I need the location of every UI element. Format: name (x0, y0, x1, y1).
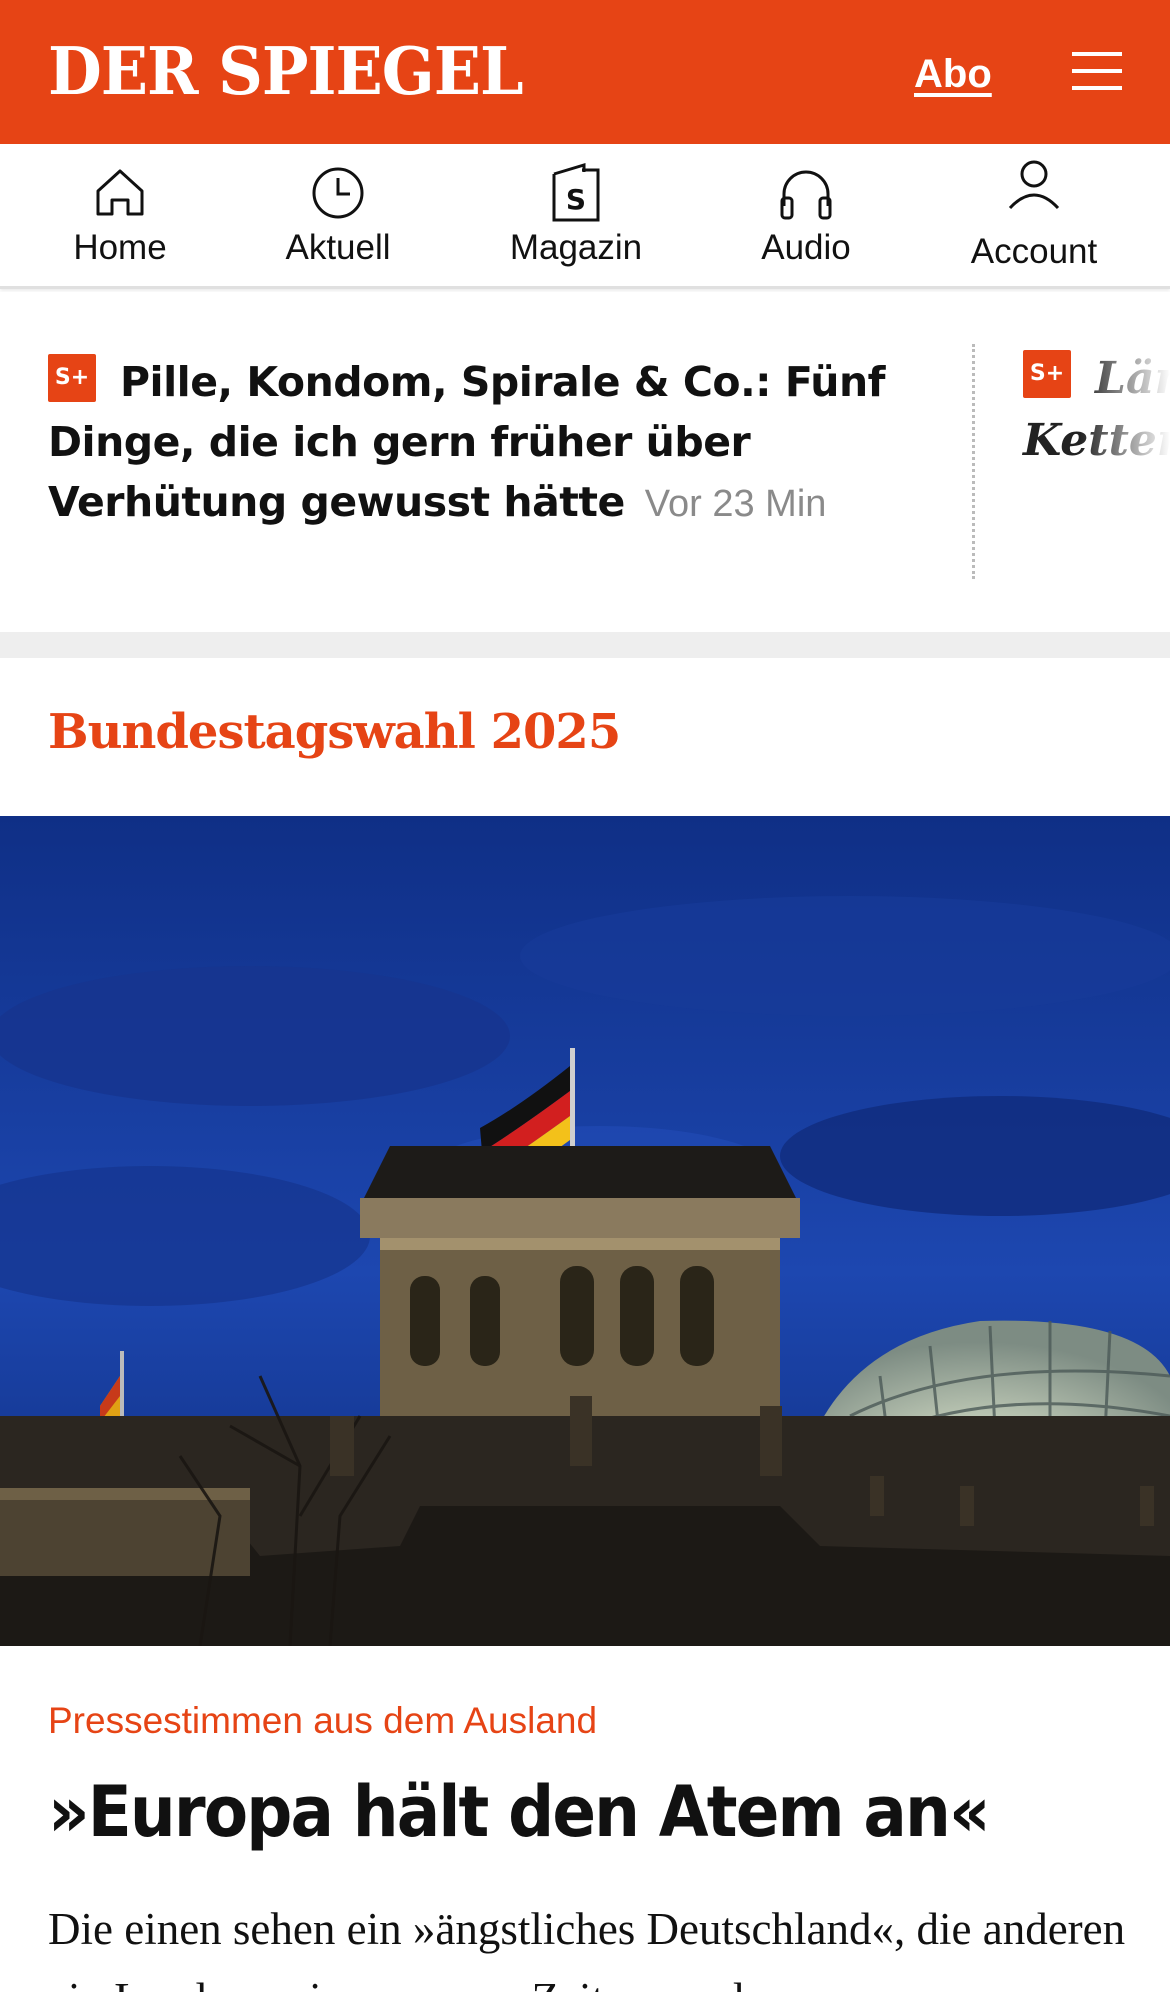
nav-label-aktuell: Aktuell (285, 228, 391, 267)
nav-item-home[interactable]: Home (30, 144, 210, 289)
article-teaser[interactable]: Die einen sehen ein »ängstliches Deutsch… (48, 1894, 1138, 1992)
ticker-divider (972, 344, 975, 579)
nav-label-magazin: Magazin (509, 228, 643, 267)
section-title[interactable]: Bundestagswahl 2025 (48, 702, 621, 762)
article-kicker[interactable]: Pressestimmen aus dem Ausland (48, 1698, 597, 1744)
ticker-item-1[interactable]: Pille, Kondom, Spirale & Co.: Fünf Dinge… (48, 352, 908, 534)
hero-image[interactable] (0, 816, 1170, 1646)
svg-text:S: S (566, 183, 586, 216)
nav-label-home: Home (73, 228, 167, 267)
top-header: DER SPIEGEL Abo (0, 0, 1170, 144)
spiegel-logo[interactable]: DER SPIEGEL (48, 34, 524, 110)
headphones-icon (780, 170, 832, 220)
abo-link[interactable]: Abo (914, 50, 992, 98)
clock-icon (312, 167, 364, 219)
nav-item-account[interactable]: Account (944, 144, 1124, 289)
user-icon (1008, 160, 1060, 210)
section-separator (0, 632, 1170, 658)
ticker-fade (1080, 292, 1170, 632)
home-icon (96, 169, 144, 216)
main-nav: Home Aktuell S Magazin Audio Account (0, 144, 1170, 289)
article-headline[interactable]: »Europa hält den Atem an« (48, 1768, 991, 1856)
nav-item-audio[interactable]: Audio (716, 144, 896, 289)
magazine-icon: S (552, 162, 600, 222)
nav-label-audio: Audio (761, 228, 851, 267)
nav-item-magazin[interactable]: S Magazin (486, 144, 666, 289)
nav-label-account: Account (970, 232, 1098, 271)
nav-item-aktuell[interactable]: Aktuell (248, 144, 428, 289)
ticker-item-time: Vor 23 Min (644, 483, 827, 525)
hamburger-menu-icon[interactable] (1072, 52, 1122, 90)
news-ticker[interactable]: S+ Pille, Kondom, Spirale & Co.: Fünf Di… (0, 292, 1170, 632)
